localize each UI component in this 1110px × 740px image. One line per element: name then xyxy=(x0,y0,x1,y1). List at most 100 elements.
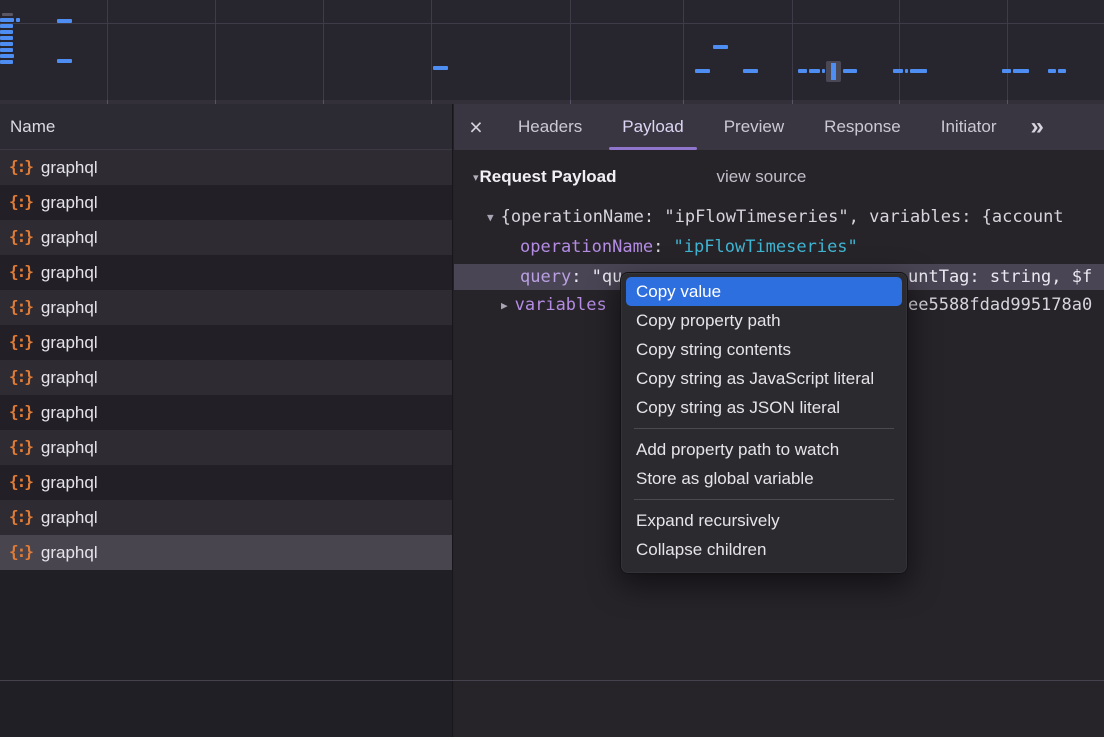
expanded-triangle-icon[interactable]: ▼ xyxy=(487,211,494,224)
request-name: graphql xyxy=(41,508,98,528)
request-row[interactable]: {:}graphql xyxy=(0,185,452,220)
request-row[interactable]: {:} graphql xyxy=(0,220,452,255)
overview-gridline xyxy=(570,0,571,100)
property-value-continuation: untTag: string, $f xyxy=(908,264,1092,290)
request-timing-bar xyxy=(0,30,13,34)
request-name: graphql xyxy=(41,543,98,563)
request-name: graphql xyxy=(41,473,98,493)
request-row[interactable]: {:} graphql xyxy=(0,430,452,465)
request-row[interactable]: {:} graphql xyxy=(0,535,452,570)
request-timing-bar xyxy=(798,69,807,73)
key-separator: : xyxy=(571,267,591,287)
more-tabs-icon[interactable]: » xyxy=(1030,113,1043,141)
request-name: graphql xyxy=(41,298,98,318)
section-title: Request Payload xyxy=(480,167,617,187)
request-list: {:} graphql {:} graphql {:} graphql {:} graphql… xyxy=(0,150,452,570)
request-name: graphql xyxy=(41,403,98,423)
request-timing-bar xyxy=(713,45,728,49)
json-braces-icon: {:} xyxy=(9,402,32,421)
json-braces-icon: {:} xyxy=(9,157,32,176)
property-key: variables xyxy=(515,295,607,315)
request-timing-bar xyxy=(0,36,13,40)
request-timing-bar xyxy=(893,69,903,73)
payload-operationname-row[interactable]: operationName: "ipFlowTimeseries" xyxy=(454,234,1104,260)
overview-gridline xyxy=(683,0,684,100)
json-braces-icon: {:} xyxy=(9,192,32,211)
json-braces-icon: {:} xyxy=(9,367,32,386)
json-braces-icon: {:} xyxy=(9,297,32,316)
view-source-link[interactable]: view source xyxy=(717,167,807,187)
request-timing-bar xyxy=(822,69,825,73)
property-key: operationName xyxy=(520,237,653,257)
request-name: graphql xyxy=(41,228,98,248)
collapsed-triangle-icon[interactable]: ▶ xyxy=(501,299,508,312)
menu-item-collapse-children[interactable]: Collapse children xyxy=(621,535,907,564)
tab-payload[interactable]: Payload xyxy=(622,104,683,150)
request-timing-bar xyxy=(0,54,14,58)
request-row[interactable]: {:} graphql xyxy=(0,360,452,395)
request-name: graphql xyxy=(41,368,98,388)
overview-selected-request-marker xyxy=(826,61,841,82)
request-row[interactable]: {:}graphql xyxy=(0,255,452,290)
menu-item-copy-string-contents[interactable]: Copy string contents xyxy=(621,335,907,364)
footer-divider xyxy=(0,680,1104,681)
menu-item-store-as-global-variable[interactable]: Store as global variable xyxy=(621,464,907,493)
json-braces-icon: {:} xyxy=(9,227,32,246)
overview-gridline xyxy=(899,0,900,100)
request-timing-bar xyxy=(1048,69,1056,73)
request-row[interactable]: {:} graphql xyxy=(0,500,452,535)
json-braces-icon: {:} xyxy=(9,507,32,526)
json-braces-icon: {:} xyxy=(9,437,32,456)
name-column-header[interactable]: Name xyxy=(0,104,452,150)
request-timing-bar xyxy=(1002,69,1011,73)
request-timing-bar xyxy=(0,24,13,28)
section-expand-triangle-icon[interactable]: ▾ xyxy=(473,171,479,184)
tab-initiator[interactable]: Initiator xyxy=(941,104,997,150)
details-tab-bar: × Headers Payload Preview Response Initiator… xyxy=(454,104,1104,150)
network-overview-timeline[interactable] xyxy=(0,0,1104,104)
request-name: graphql xyxy=(41,438,98,458)
request-timing-bar xyxy=(910,69,927,73)
menu-item-copy-string-as-json-literal[interactable]: Copy string as JSON literal xyxy=(621,393,907,422)
close-icon[interactable]: × xyxy=(454,105,498,149)
devtools-window: Name {:}graphql{:}graphql{:}graphql{:}gr… xyxy=(0,0,1104,737)
menu-item-copy-value[interactable]: Copy value xyxy=(626,277,902,306)
request-timing-bar xyxy=(0,60,13,64)
tab-preview[interactable]: Preview xyxy=(724,104,784,150)
payload-root-row[interactable]: ▼ {operationName: "ipFlowTimeseries", va… xyxy=(454,204,1104,230)
request-timing-bar xyxy=(695,69,710,73)
tab-response[interactable]: Response xyxy=(824,104,901,150)
menu-item-expand-recursively[interactable]: Expand recursively xyxy=(621,506,907,535)
request-row[interactable]: {:} graphql xyxy=(0,150,452,185)
network-main-area: Name {:}graphql{:}graphql{:}graphql{:}gr… xyxy=(0,104,1104,737)
menu-item-add-property-path-to-watch[interactable]: Add property path to watch xyxy=(621,435,907,464)
overview-selected-request-bar xyxy=(831,63,836,80)
key-separator: : xyxy=(653,237,673,257)
name-column-label: Name xyxy=(10,117,55,137)
overview-gridline xyxy=(431,0,432,100)
request-timing-bar xyxy=(809,69,820,73)
property-value-start: "qu xyxy=(592,267,623,287)
request-name: graphql xyxy=(41,158,98,178)
request-name: graphql xyxy=(41,333,98,353)
overview-gridline xyxy=(1007,0,1008,100)
tab-headers[interactable]: Headers xyxy=(518,104,582,150)
json-braces-icon: {:} xyxy=(9,332,32,351)
request-row[interactable]: {:} graphql xyxy=(0,395,452,430)
json-braces-icon: {:} xyxy=(9,472,32,491)
property-value: "ipFlowTimeseries" xyxy=(674,237,858,257)
request-payload-section-header[interactable]: ▾ Request Payload view source xyxy=(454,162,1104,192)
request-timing-bar xyxy=(1013,69,1029,73)
menu-item-copy-string-as-javascript-literal[interactable]: Copy string as JavaScript literal xyxy=(621,364,907,393)
json-braces-icon: {:} xyxy=(9,542,32,561)
request-timing-bar xyxy=(843,69,857,73)
request-row[interactable]: {:} graphql xyxy=(0,325,452,360)
request-timing-bar xyxy=(0,48,13,52)
overview-gridline xyxy=(107,0,108,100)
request-timing-bar xyxy=(57,59,72,63)
request-row[interactable]: {:} graphql xyxy=(0,290,452,325)
menu-item-copy-property-path[interactable]: Copy property path xyxy=(621,306,907,335)
details-tabs: Headers Payload Preview Response Initiator xyxy=(518,104,996,150)
request-row[interactable]: {:} graphql xyxy=(0,465,452,500)
requests-panel: Name {:}graphql{:}graphql{:}graphql{:}gr… xyxy=(0,104,453,737)
